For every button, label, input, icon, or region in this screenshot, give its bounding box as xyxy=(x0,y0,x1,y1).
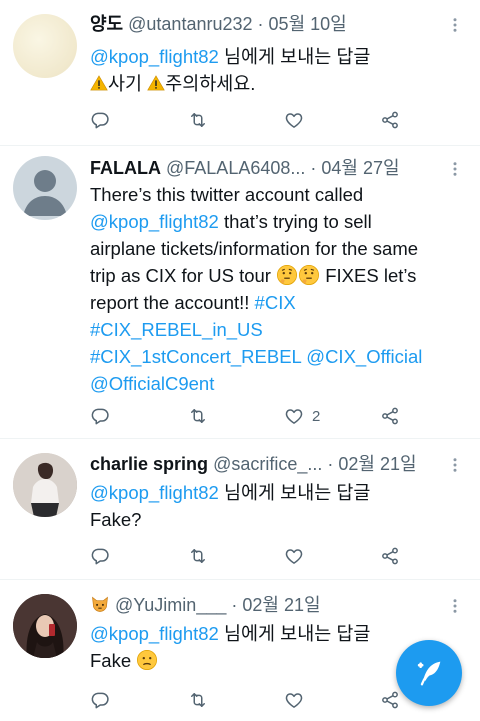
retweet-icon xyxy=(188,110,208,130)
more-icon[interactable] xyxy=(446,456,464,474)
author-handle[interactable]: @sacrifice_... xyxy=(213,454,322,474)
profile-photo xyxy=(13,453,77,517)
tweet-text-part: trip as CIX for US tour xyxy=(90,265,277,286)
like-button[interactable] xyxy=(284,108,312,132)
like-button[interactable]: 2 xyxy=(284,404,320,428)
more-icon[interactable] xyxy=(446,16,464,34)
tweet-text-part: 주의하세요. xyxy=(165,73,256,94)
retweet-button[interactable] xyxy=(188,404,208,428)
tweet-text-part: 사기 xyxy=(108,73,148,94)
tweet-1[interactable]: 양도 @utantanru232 · 05월 10일 @kpop_flight8… xyxy=(0,0,480,146)
retweet-button[interactable] xyxy=(188,108,208,132)
tweet-text-part: report the account!! xyxy=(90,292,255,313)
reply-button[interactable] xyxy=(90,544,110,568)
default-avatar-icon xyxy=(23,170,67,216)
separator: · xyxy=(327,454,334,474)
author-name[interactable]: FALALA xyxy=(90,158,161,178)
warning-emoji xyxy=(90,74,108,92)
like-icon xyxy=(284,406,304,426)
warning-emoji xyxy=(147,74,165,92)
tweet-text-line: There’s this twitter account called xyxy=(90,184,364,205)
tweet-text-line: Fake? xyxy=(90,509,142,530)
tweet-date[interactable]: 04월 27일 xyxy=(321,158,399,178)
retweet-icon xyxy=(188,546,208,566)
hashtag-link[interactable]: #CIX_REBEL_in_US xyxy=(90,319,263,340)
author-name[interactable]: charlie spring xyxy=(90,454,208,474)
cat-emoji xyxy=(90,594,110,614)
tweet-text-part: FIXES let’s xyxy=(325,265,417,286)
reply-mention-link[interactable]: @kpop_flight82 xyxy=(90,46,219,67)
share-button[interactable] xyxy=(380,688,400,712)
reply-prefix-text: 님에게 보내는 답글 xyxy=(218,482,371,503)
share-icon xyxy=(380,406,400,426)
reply-button[interactable] xyxy=(90,688,110,712)
tweet-date[interactable]: 02월 21일 xyxy=(242,595,320,615)
thinking-emoji xyxy=(298,264,320,286)
retweet-icon xyxy=(188,690,208,710)
like-icon xyxy=(284,690,304,710)
author-name[interactable]: 양도 xyxy=(90,14,123,34)
share-icon xyxy=(380,110,400,130)
thinking-emoji xyxy=(276,264,298,286)
reply-icon xyxy=(90,690,110,710)
like-button[interactable] xyxy=(284,688,312,712)
share-button[interactable] xyxy=(380,404,400,428)
retweet-button[interactable] xyxy=(188,544,208,568)
author-handle[interactable]: @YuJimin___ xyxy=(115,595,226,615)
share-button[interactable] xyxy=(380,108,400,132)
mention-link[interactable]: @CIX_Official xyxy=(306,346,422,367)
avatar[interactable] xyxy=(13,594,77,658)
compose-icon xyxy=(417,661,441,686)
compose-tweet-button[interactable] xyxy=(396,640,462,706)
mention-link[interactable]: @kpop_flight82 xyxy=(90,211,219,232)
share-button[interactable] xyxy=(380,544,400,568)
retweet-icon xyxy=(188,406,208,426)
retweet-button[interactable] xyxy=(188,688,208,712)
share-icon xyxy=(380,546,400,566)
tweet-2[interactable]: FALALA @FALALA6408... · 04월 27일 There’s … xyxy=(0,146,480,439)
like-icon xyxy=(284,110,304,130)
like-icon xyxy=(284,546,304,566)
reply-icon xyxy=(90,406,110,426)
avatar[interactable] xyxy=(13,156,77,220)
hashtag-link[interactable]: #CIX_1stConcert_REBEL xyxy=(90,346,301,367)
profile-photo xyxy=(13,594,77,658)
tweet-3[interactable]: charlie spring @sacrifice_... · 02월 21일 … xyxy=(0,439,480,580)
reply-mention-link[interactable]: @kpop_flight82 xyxy=(90,482,219,503)
reply-button[interactable] xyxy=(90,404,110,428)
tweet-date[interactable]: 02월 21일 xyxy=(338,454,416,474)
reply-prefix-text: 님에게 보내는 답글 xyxy=(218,46,371,67)
tweet-text-line: airplane tickets/information for the sam… xyxy=(90,238,419,259)
separator: · xyxy=(231,595,238,615)
author-handle[interactable]: @FALALA6408... xyxy=(166,158,305,178)
reply-button[interactable] xyxy=(90,108,110,132)
separator: · xyxy=(257,14,264,34)
separator: · xyxy=(310,158,317,178)
tweet-date[interactable]: 05월 10일 xyxy=(269,14,347,34)
like-count: 2 xyxy=(312,407,321,425)
reply-prefix-text: 님에게 보내는 답글 xyxy=(218,623,371,644)
tweet-text-part: Fake xyxy=(90,650,137,671)
author-handle[interactable]: @utantanru232 xyxy=(128,14,252,34)
avatar[interactable] xyxy=(13,453,77,517)
reply-mention-link[interactable]: @kpop_flight82 xyxy=(90,623,219,644)
mention-link[interactable]: @OfficialC9ent xyxy=(90,373,214,394)
share-icon xyxy=(380,690,400,710)
reply-icon xyxy=(90,546,110,566)
reply-icon xyxy=(90,110,110,130)
tweet-text-part: that’s trying to sell xyxy=(218,211,372,232)
like-button[interactable] xyxy=(284,544,312,568)
hashtag-link[interactable]: #CIX xyxy=(255,292,296,313)
sad-face-emoji xyxy=(136,649,158,671)
more-icon[interactable] xyxy=(446,160,464,178)
more-icon[interactable] xyxy=(446,597,464,615)
avatar[interactable] xyxy=(13,14,77,78)
